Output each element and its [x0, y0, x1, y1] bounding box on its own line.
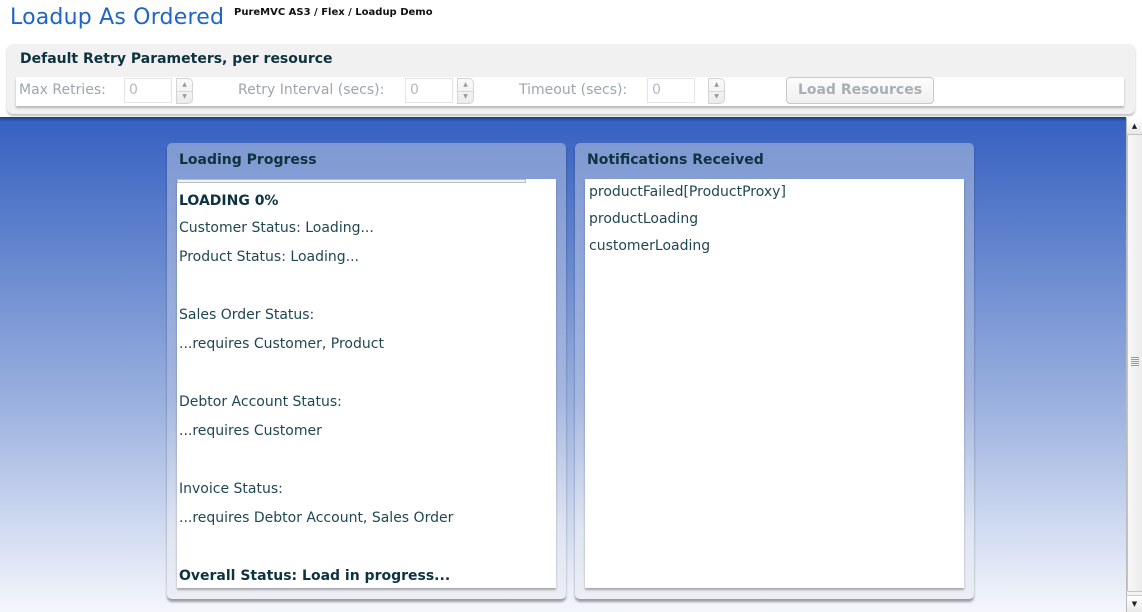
progress-bar — [177, 179, 526, 183]
notifications-title: Notifications Received — [587, 152, 764, 168]
scroll-down-icon[interactable]: ▼ — [1127, 595, 1142, 612]
retry-parameters-panel: Default Retry Parameters, per resource M… — [7, 44, 1135, 114]
retry-interval-stepper[interactable]: ▲ ▼ — [457, 78, 474, 104]
timeout-decrement-icon[interactable]: ▼ — [709, 91, 724, 103]
retry-interval-input[interactable]: 0 — [405, 78, 453, 103]
max-retries-label: Max Retries: — [19, 82, 106, 98]
max-retries-decrement-icon[interactable]: ▼ — [177, 91, 192, 103]
app-header: Loadup As Ordered PureMVC AS3 / Flex / L… — [0, 0, 1142, 44]
overall-status: Overall Status: Load in progress... — [179, 568, 451, 584]
retry-parameters-title: Default Retry Parameters, per resource — [20, 51, 333, 67]
load-resources-button[interactable]: Load Resources — [786, 77, 934, 104]
invoice-status: Invoice Status: — [179, 481, 283, 497]
debtor-account-requirements: ...requires Customer — [179, 423, 322, 439]
scroll-thumb[interactable] — [1127, 134, 1142, 592]
list-item[interactable]: productLoading — [589, 211, 698, 227]
retry-interval-label: Retry Interval (secs): — [238, 82, 385, 98]
list-item[interactable]: productFailed[ProductProxy] — [589, 184, 786, 200]
loading-progress-body: LOADING 0% Customer Status: Loading... P… — [177, 179, 556, 588]
app-title: Loadup As Ordered — [10, 5, 225, 30]
loading-progress-title: Loading Progress — [179, 152, 317, 168]
retry-interval-decrement-icon[interactable]: ▼ — [458, 91, 473, 103]
list-item[interactable]: customerLoading — [589, 238, 710, 254]
scroll-up-icon[interactable]: ▲ — [1127, 118, 1142, 135]
product-status: Product Status: Loading... — [179, 249, 359, 265]
max-retries-input[interactable]: 0 — [124, 78, 172, 103]
debtor-account-status: Debtor Account Status: — [179, 394, 342, 410]
timeout-stepper[interactable]: ▲ ▼ — [708, 78, 725, 104]
loading-percent-text: LOADING 0% — [179, 193, 279, 209]
timeout-label: Timeout (secs): — [519, 82, 628, 98]
timeout-input[interactable]: 0 — [647, 78, 695, 103]
scroll-grip-icon — [1131, 357, 1139, 367]
customer-status: Customer Status: Loading... — [179, 220, 374, 236]
header-divider — [0, 117, 1126, 121]
sales-order-status: Sales Order Status: — [179, 307, 315, 323]
sales-order-requirements: ...requires Customer, Product — [179, 336, 384, 352]
app-subtitle: PureMVC AS3 / Flex / Loadup Demo — [234, 7, 433, 18]
loading-progress-panel: Loading Progress LOADING 0% Customer Sta… — [167, 143, 566, 599]
invoice-requirements: ...requires Debtor Account, Sales Order — [179, 510, 454, 526]
max-retries-stepper[interactable]: ▲ ▼ — [176, 78, 193, 104]
vertical-scrollbar[interactable]: ▲ ▼ — [1126, 118, 1142, 612]
notifications-panel: Notifications Received productFailed[Pro… — [575, 143, 974, 599]
notifications-list[interactable]: productFailed[ProductProxy] productLoadi… — [585, 179, 964, 588]
retry-parameters-controls: Max Retries: 0 ▲ ▼ Retry Interval (secs)… — [16, 77, 1124, 106]
